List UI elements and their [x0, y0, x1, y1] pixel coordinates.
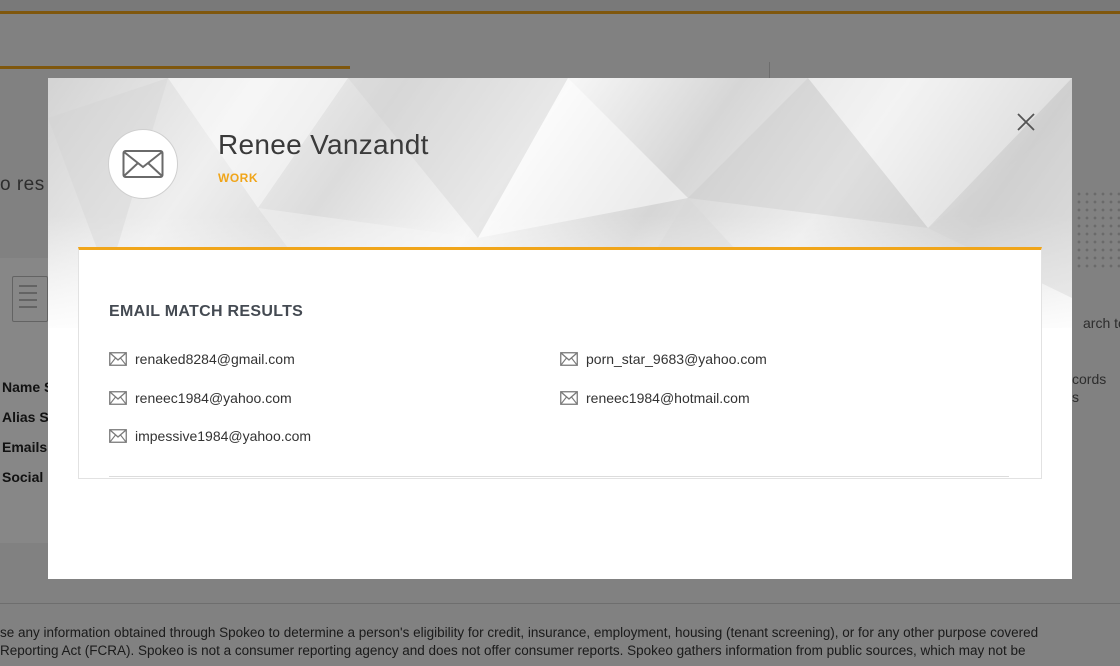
person-name: Renee Vanzandt	[218, 129, 429, 160]
email-results-panel: EMAIL MATCH RESULTS renaked8284@gmail.co…	[78, 247, 1042, 479]
envelope-icon	[109, 391, 127, 405]
email-address[interactable]: porn_star_9683@yahoo.com	[586, 351, 767, 367]
envelope-icon	[109, 352, 127, 366]
email-address[interactable]: reneec1984@yahoo.com	[135, 390, 292, 406]
email-address[interactable]: reneec1984@hotmail.com	[586, 390, 750, 406]
email-result-item[interactable]: impessive1984@yahoo.com	[109, 426, 311, 446]
category-tag: WORK	[218, 171, 258, 185]
envelope-icon	[560, 391, 578, 405]
email-match-modal: Renee Vanzandt WORK EMAIL MATCH RESULTS …	[48, 78, 1072, 579]
avatar	[108, 129, 178, 199]
close-button[interactable]	[1014, 110, 1038, 134]
section-title: EMAIL MATCH RESULTS	[109, 303, 304, 320]
envelope-icon	[109, 429, 127, 443]
email-result-item[interactable]: reneec1984@yahoo.com	[109, 388, 292, 408]
email-result-item[interactable]: reneec1984@hotmail.com	[560, 388, 750, 408]
email-address[interactable]: impessive1984@yahoo.com	[135, 428, 311, 444]
email-address[interactable]: renaked8284@gmail.com	[135, 351, 295, 367]
close-icon	[1017, 113, 1035, 131]
panel-divider	[109, 476, 1009, 477]
envelope-icon	[122, 150, 164, 178]
email-result-item[interactable]: porn_star_9683@yahoo.com	[560, 349, 767, 369]
email-result-item[interactable]: renaked8284@gmail.com	[109, 349, 295, 369]
envelope-icon	[560, 352, 578, 366]
